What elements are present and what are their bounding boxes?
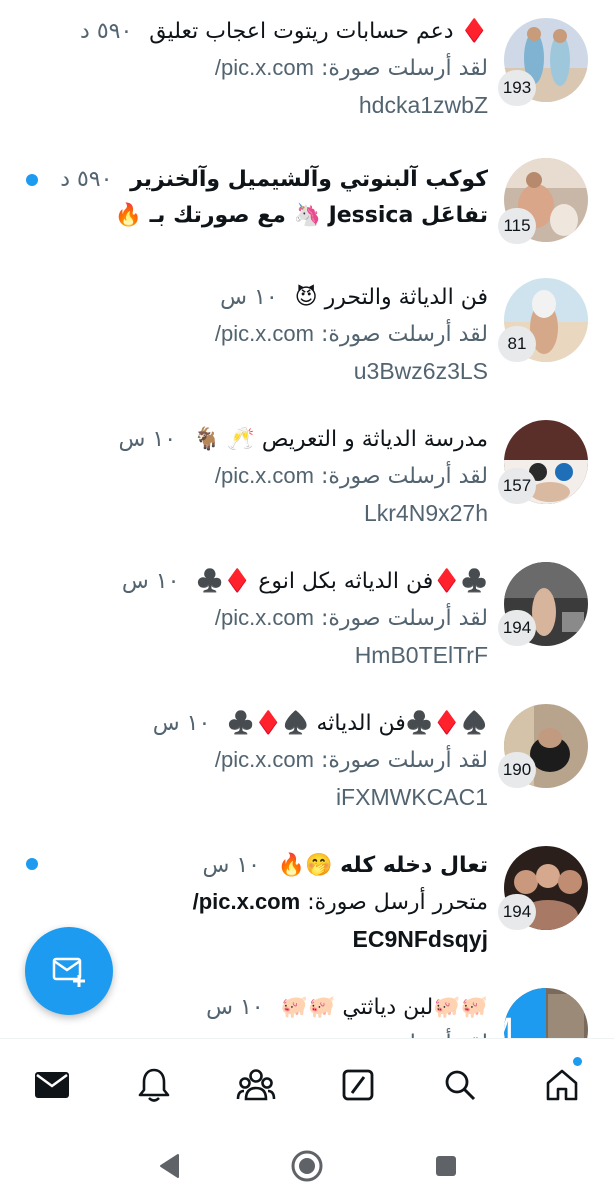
tab-grok[interactable] [336, 1063, 380, 1107]
conversation-row[interactable]: 157 مدرسة الدياثة و التعريص 🥂 🐐 ١٠ س لقد… [0, 408, 614, 550]
preview-text: لقد أرسلت صورة: [320, 322, 488, 347]
home-circle-icon [291, 1150, 323, 1182]
new-message-icon [52, 957, 85, 987]
conversation-list: 193 ♦️ دعم حسابات ريتوت اعجاب تعليق ٥٩٠ … [0, 0, 614, 1038]
home-system-button[interactable] [285, 1144, 329, 1188]
preview-link-tail: Lkr4N9x27h [363, 500, 488, 526]
member-count-badge: 194 [498, 894, 536, 930]
preview-link[interactable]: pic.x.com/ [215, 321, 314, 346]
title-text: كوكب آلبنوتي وآلشيميل وآلخنزير [130, 167, 488, 192]
conversation-title: ♣️♦️فن الدياثه بكل انوع ♦️♣️ ١٠ س [48, 564, 488, 600]
preview-link[interactable]: pic.x.com/ [215, 55, 314, 80]
title-text: ♠️♦️♣️فن الدياثه ♠️♦️♣️ [227, 711, 488, 736]
preview-line: لقد أرسلت صورة: pic.x.com/ [48, 50, 488, 87]
preview-link[interactable]: pic.x.com/ [215, 463, 314, 488]
bottom-tab-bar [0, 1038, 614, 1130]
title-text: دعم حسابات ريتوت اعجاب تعليق [149, 19, 454, 44]
preview-text: لقد أرسلت صورة: [320, 464, 488, 489]
preview-text: لقد أرسلت صورة: [320, 56, 488, 81]
timestamp: ١٠ س [206, 995, 264, 1020]
preview-line: لقد أرسلت صورة: pic.x.com/ [48, 600, 488, 637]
preview-text: تفاعَل Jessica 🦄 مع صورتك بـ 🔥 [114, 203, 488, 228]
preview-link-tail: EC9NFdsqyj [352, 926, 488, 952]
unread-indicator [26, 858, 38, 870]
back-icon [160, 1154, 179, 1178]
title-text: مدرسة الدياثة و التعريص 🥂 🐐 [193, 427, 488, 452]
home-notification-dot [573, 1057, 582, 1066]
avatar[interactable]: M [504, 988, 588, 1038]
preview-text: لقد أرسلت صورة: [48, 1026, 488, 1038]
conversation-title: ♦️ دعم حسابات ريتوت اعجاب تعليق ٥٩٠ د [80, 19, 488, 44]
preview-link-tail: hdcka1zwbZ [358, 92, 488, 118]
preview-line: لقد أرسلت صورة: pic.x.com/ [48, 742, 488, 779]
svg-text:M: M [504, 1011, 514, 1038]
member-count-badge: 193 [498, 70, 536, 106]
tab-home[interactable] [540, 1057, 584, 1107]
conversation-title: فن الدياثة والتحرر 😈 ١٠ س [48, 280, 488, 316]
preview-line: لقد أرسلت صورة: pic.x.com/ [48, 316, 488, 353]
conversation-title: 🐖🐖لبن دياثتي 🐖🐖 ١٠ س [48, 990, 488, 1026]
member-count-badge: 190 [498, 752, 536, 788]
title-text: تعال دخله كله 🤭🔥 [277, 853, 488, 878]
preview-link[interactable]: pic.x.com/ [215, 605, 314, 630]
member-count-badge: 194 [498, 610, 536, 646]
timestamp: ١٠ س [220, 285, 278, 310]
conversation-title: ♠️♦️♣️فن الدياثه ♠️♦️♣️ ١٠ س [48, 706, 488, 742]
mail-icon [35, 1072, 69, 1098]
preview-text: لقد أرسلت صورة: [320, 606, 488, 631]
timestamp: ١٠ س [202, 853, 260, 878]
title-text: فن الدياثة والتحرر 😈 [294, 285, 488, 310]
timestamp: ١٠ س [118, 427, 177, 452]
conversation-row[interactable]: 193 ♦️ دعم حسابات ريتوت اعجاب تعليق ٥٩٠ … [0, 0, 614, 142]
preview-link-tail: iFXMWKCAC1 [335, 784, 488, 810]
preview-link-tail: HmB0TElTrF [354, 642, 488, 668]
conversation-row[interactable]: 190 ♠️♦️♣️فن الدياثه ♠️♦️♣️ ١٠ س لقد أرس… [0, 692, 614, 834]
preview-link[interactable]: pic.x.com/ [193, 889, 301, 914]
recents-button[interactable] [424, 1144, 468, 1188]
member-count-badge: 115 [498, 208, 536, 244]
timestamp: ٥٩٠ د [80, 19, 133, 44]
search-icon [445, 1070, 476, 1101]
bell-icon [138, 1068, 170, 1102]
timestamp: ١٠ س [121, 569, 180, 594]
preview-line: متحرر أرسل صورة: pic.x.com/ [48, 884, 488, 921]
preview-link[interactable]: pic.x.com/ [215, 747, 314, 772]
preview-text: لقد أرسلت صورة: [320, 748, 488, 773]
conversation-title: تعال دخله كله 🤭🔥 ١٠ س [48, 848, 488, 884]
new-message-button[interactable] [25, 927, 113, 1015]
title-text: ♣️♦️فن الدياثه بكل انوع ♦️♣️ [196, 569, 488, 594]
title-text: 🐖🐖لبن دياثتي 🐖🐖 [280, 995, 488, 1020]
preview-link-tail: u3Bwz6z3LS [353, 358, 488, 384]
conversation-row[interactable]: 115 كوكب آلبنوتي وآلشيميل وآلخنزير ٥٩٠ د… [0, 142, 614, 284]
back-button[interactable] [147, 1144, 191, 1188]
recents-icon [436, 1156, 456, 1176]
unread-indicator [26, 174, 38, 186]
tab-search[interactable] [438, 1063, 482, 1107]
home-icon [546, 1069, 578, 1101]
tab-notifications[interactable] [132, 1063, 176, 1107]
timestamp: ١٠ س [152, 711, 211, 736]
tab-messages[interactable] [30, 1063, 74, 1107]
conversation-row[interactable]: 81 فن الدياثة والتحرر 😈 ١٠ س لقد أرسلت ص… [0, 266, 614, 408]
system-navigation-bar [0, 1130, 614, 1200]
tab-communities[interactable] [234, 1063, 278, 1107]
conversation-row[interactable]: 194 ♣️♦️فن الدياثه بكل انوع ♦️♣️ ١٠ س لق… [0, 550, 614, 692]
communities-icon [236, 1069, 276, 1101]
preview-text: متحرر أرسل صورة: [307, 890, 488, 915]
grok-icon [342, 1069, 374, 1101]
preview-line: لقد أرسلت صورة: pic.x.com/ [48, 458, 488, 495]
timestamp: ٥٩٠ د [60, 167, 113, 192]
member-count-badge: 157 [498, 468, 536, 504]
conversation-title: مدرسة الدياثة و التعريص 🥂 🐐 ١٠ س [48, 422, 488, 458]
member-count-badge: 81 [498, 326, 536, 362]
conversation-title: كوكب آلبنوتي وآلشيميل وآلخنزير ٥٩٠ د [48, 162, 488, 198]
